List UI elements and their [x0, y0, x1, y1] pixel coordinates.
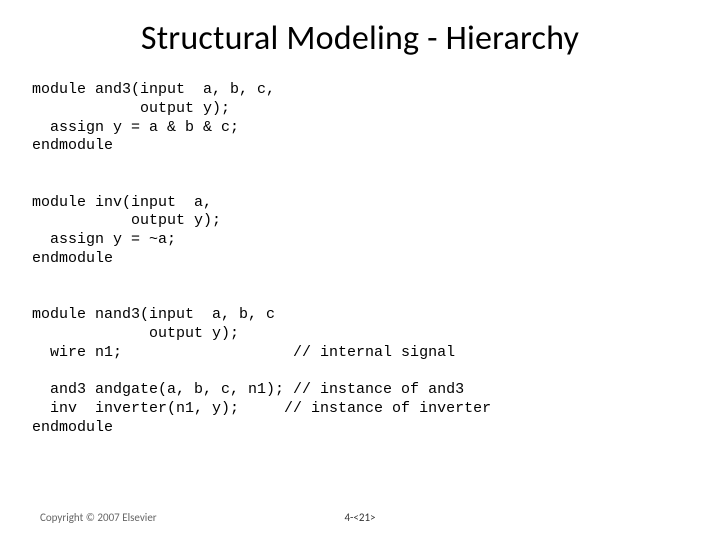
code-block: module and3(input a, b, c, output y); as…: [32, 81, 680, 437]
page-number: 4-<21>: [0, 511, 720, 524]
slide-title: Structural Modeling - Hierarchy: [40, 18, 680, 59]
slide: Structural Modeling - Hierarchy module a…: [0, 0, 720, 540]
